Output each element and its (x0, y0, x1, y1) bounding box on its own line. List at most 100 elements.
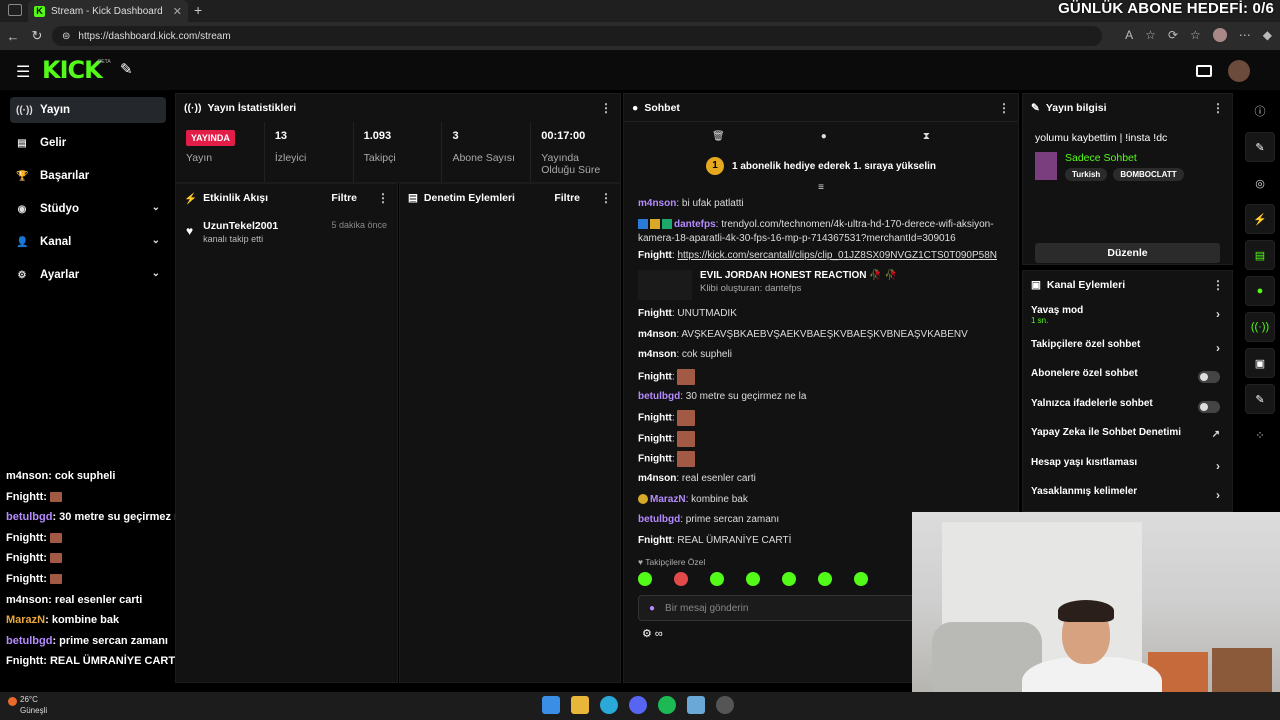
bolt-icon[interactable]: ⚡ (1245, 204, 1275, 234)
wrench-icon[interactable]: ✎ (1245, 384, 1275, 414)
sidebar-item-gelir[interactable]: ▤ Gelir (10, 130, 166, 156)
more-options-icon[interactable]: ⋮ (600, 101, 612, 115)
chevron-right-icon: › (1216, 487, 1220, 502)
camera-icon[interactable] (1196, 65, 1212, 77)
weather-icon (8, 697, 17, 706)
edge-icon[interactable] (600, 696, 618, 714)
close-tab-icon[interactable]: ✕ (173, 5, 182, 18)
ai-mod-row[interactable]: Yapay Zeka ile Sohbet Denetimi ↗ (1023, 421, 1232, 450)
sidebar-item-studyo[interactable]: ◉ Stüdyo ⌄ (10, 196, 166, 222)
hourglass-icon[interactable]: ⧗ (923, 131, 930, 142)
subs-chat-row: Abonelere özel sohbet (1023, 362, 1232, 391)
chevron-down-icon[interactable]: ⌄ (152, 268, 160, 279)
more-icon[interactable]: ⋯ (1239, 28, 1251, 42)
tab-actions-icon[interactable] (8, 4, 22, 16)
browser-tab[interactable]: K Stream - Kick Dashboard ✕ (28, 0, 188, 22)
followers-chat-row[interactable]: Takipçilere özel sohbet › (1023, 333, 1232, 362)
emote-icon[interactable] (818, 572, 832, 587)
new-tab-icon[interactable]: + (194, 2, 202, 18)
read-aloud-icon[interactable]: A (1125, 28, 1133, 42)
pen-icon[interactable]: ✎ (1245, 132, 1275, 162)
trash-icon[interactable]: 🗑 (712, 131, 725, 142)
chat-icon[interactable]: ● (1245, 276, 1275, 306)
emote-icon[interactable] (638, 572, 652, 587)
channel-actions-header: ▣ Kanal Eylemleri ⋮ (1023, 271, 1232, 299)
user-avatar[interactable] (1228, 60, 1250, 82)
chat-input-placeholder: Bir mesaj gönderin (665, 602, 749, 614)
app-icon[interactable] (687, 696, 705, 714)
emote-icon[interactable] (854, 572, 868, 587)
weather-widget[interactable]: 26°C Güneşli (8, 694, 47, 716)
coin-badge-icon (638, 493, 648, 504)
menu-icon[interactable]: ☰ (16, 62, 30, 82)
extensions-icon[interactable]: ⟳ (1168, 28, 1178, 42)
chevron-right-icon: › (1216, 458, 1220, 473)
target-icon[interactable]: ◎ (1245, 168, 1275, 198)
sidebar-item-yayin[interactable]: ((·)) Yayın (10, 97, 166, 123)
apps-icon[interactable]: ⁘ (1245, 420, 1275, 450)
clip-card[interactable]: EVIL JORDAN HONEST REACTION 🥀 🥀 Klibi ol… (638, 270, 1004, 301)
tag: Turkish (1065, 168, 1108, 181)
chevron-down-icon[interactable]: ⌄ (152, 202, 160, 213)
emote-icon[interactable] (782, 572, 796, 587)
refresh-icon[interactable]: ↻ (26, 28, 48, 44)
live-badge: YAYINDA (186, 130, 235, 146)
activity-desc: kanalı takip etti (203, 234, 264, 244)
copilot-icon[interactable]: ◆ (1263, 28, 1272, 42)
more-options-icon[interactable]: ⋮ (377, 191, 389, 205)
emote-icon (677, 368, 696, 385)
profile-avatar[interactable] (1212, 28, 1227, 42)
stat-live: YAYINDA Yayın (176, 122, 265, 182)
tag: BOMBOCLATT (1113, 168, 1184, 181)
clip-link[interactable]: https://kick.com/sercantall/clips/clip_0… (677, 250, 997, 261)
mic-icon[interactable]: ● (649, 603, 655, 614)
more-options-icon[interactable]: ⋮ (1212, 278, 1224, 292)
layout-icon[interactable]: ▣ (1245, 348, 1275, 378)
sidebar-item-basarilar[interactable]: 🏆 Başarılar (10, 163, 166, 189)
filter-button[interactable]: Filtre (554, 192, 580, 204)
chevron-down-icon[interactable]: ⌄ (152, 235, 160, 246)
category-name[interactable]: Sadece Sohbet (1065, 152, 1184, 164)
kick-logo[interactable]: KICK (42, 56, 103, 84)
banned-words-row[interactable]: Yasaklanmış kelimeler › (1023, 480, 1232, 509)
edit-pen-icon[interactable]: ✎ (120, 60, 133, 78)
emote-icon (677, 451, 696, 468)
activity-user[interactable]: UzunTekel2001 (203, 220, 278, 232)
favorites-icon[interactable]: ☆ (1190, 28, 1201, 42)
file-explorer-icon[interactable] (571, 696, 589, 714)
emote-icon[interactable] (746, 572, 760, 587)
emote-icon (50, 532, 62, 543)
back-icon[interactable]: ← (2, 29, 24, 44)
gift-banner[interactable]: 1 1 abonelik hediye ederek 1. sıraya yük… (624, 150, 1018, 182)
filter-button[interactable]: Filtre (331, 192, 357, 204)
discord-icon[interactable] (629, 696, 647, 714)
edit-button[interactable]: Düzenle (1035, 243, 1220, 263)
stat-label: Yayında Olduğu Süre (541, 152, 601, 176)
windows-start-icon[interactable] (542, 696, 560, 714)
emote-icon[interactable] (710, 572, 724, 587)
broadcast-icon[interactable]: ((·)) (1245, 312, 1275, 342)
sidebar-item-kanal[interactable]: 👤 Kanal ⌄ (10, 229, 166, 255)
site-info-icon[interactable]: ⊜ (62, 31, 70, 42)
info-icon[interactable]: ⓘ (1245, 96, 1275, 126)
slow-mode-row[interactable]: Yavaş mod 1 sn. › (1023, 299, 1232, 333)
more-options-icon[interactable]: ⋮ (600, 191, 612, 205)
obs-icon[interactable] (716, 696, 734, 714)
pinned-menu-icon[interactable]: ≡ (624, 182, 1018, 194)
sub-goal-overlay: GÜNLÜK ABONE HEDEFİ: 0/6 (1058, 0, 1274, 17)
more-options-icon[interactable]: ⋮ (1212, 101, 1224, 115)
chat-message: Fnightt: (638, 448, 1004, 469)
sidebar-item-ayarlar[interactable]: ⚙ Ayarlar ⌄ (10, 262, 166, 288)
url-field[interactable]: ⊜ https://dashboard.kick.com/stream (52, 26, 1102, 46)
list-icon[interactable]: ▤ (1245, 240, 1275, 270)
favorite-star-icon[interactable]: ☆ (1145, 28, 1156, 42)
chat-message: m4nson: cok supheli (638, 349, 732, 361)
subs-chat-toggle[interactable] (1198, 371, 1220, 384)
more-options-icon[interactable]: ⋮ (998, 101, 1010, 115)
emotes-chat-toggle[interactable] (1198, 400, 1220, 413)
spotify-icon[interactable] (658, 696, 676, 714)
channel-actions-title: Kanal Eylemleri (1046, 279, 1126, 291)
chat-icon[interactable]: ● (821, 131, 827, 142)
emote-icon[interactable] (674, 572, 688, 587)
age-limit-row[interactable]: Hesap yaşı kısıtlaması › (1023, 451, 1232, 480)
